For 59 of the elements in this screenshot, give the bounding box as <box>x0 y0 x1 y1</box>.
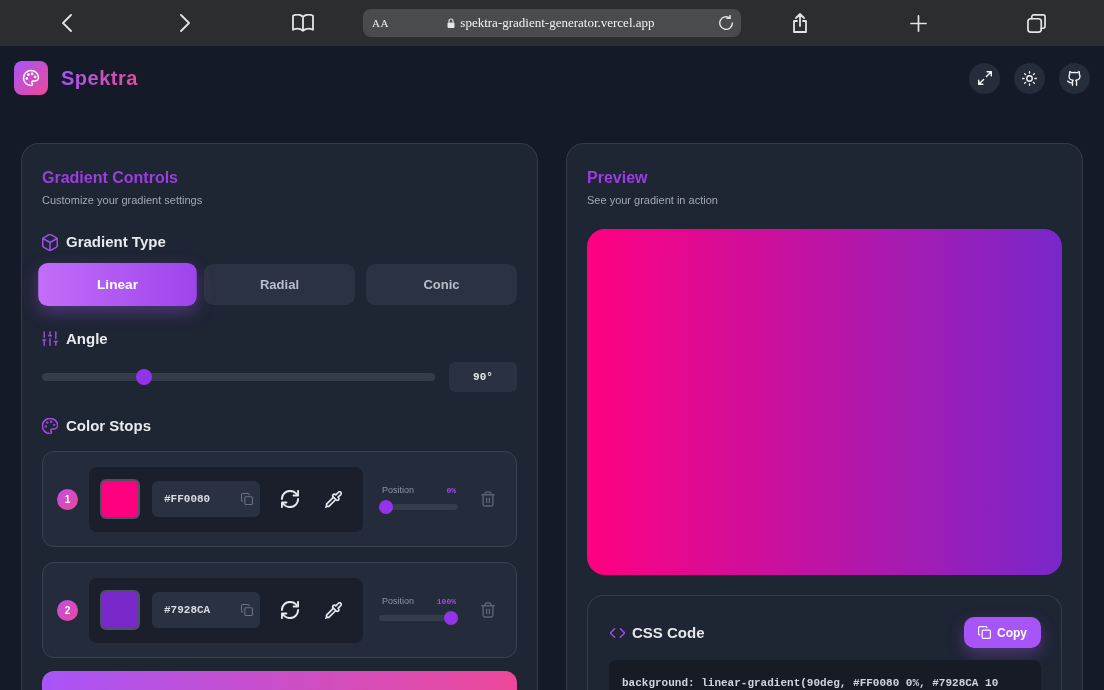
copy-button[interactable]: Copy <box>964 617 1041 648</box>
slider-thumb[interactable] <box>136 369 153 385</box>
card-title: Preview <box>587 168 649 188</box>
section-label: Color Stops <box>66 416 151 436</box>
back-icon[interactable] <box>62 14 72 32</box>
position-value: 100% <box>436 596 456 606</box>
cube-icon <box>42 233 58 251</box>
copy-icon <box>978 626 991 639</box>
copy-icon[interactable] <box>241 493 253 505</box>
section-label: Gradient Type <box>66 232 166 252</box>
position-label: Position <box>382 595 415 606</box>
color-swatch[interactable] <box>100 479 140 519</box>
refresh-icon[interactable] <box>281 490 299 508</box>
position-slider[interactable] <box>379 499 458 514</box>
stop-number: 2 <box>57 599 78 621</box>
forward-icon[interactable] <box>180 14 190 32</box>
position-slider[interactable] <box>379 610 458 625</box>
address-bar[interactable]: AA spektra-gradient-generator.vercel.app <box>363 9 741 37</box>
code-icon <box>610 627 625 638</box>
book-icon[interactable] <box>292 14 314 32</box>
sun-icon <box>1022 70 1037 86</box>
eyedropper-icon[interactable] <box>325 601 342 619</box>
copy-icon[interactable] <box>241 604 253 616</box>
code-title: CSS Code <box>632 624 705 641</box>
refresh-icon[interactable] <box>281 601 299 619</box>
github-button[interactable] <box>1059 62 1090 94</box>
slider-thumb[interactable] <box>444 610 458 625</box>
palette-logo-icon[interactable] <box>14 61 48 95</box>
reload-icon[interactable] <box>719 15 734 31</box>
text-size-button[interactable]: AA <box>372 17 389 29</box>
gradient-type-tab[interactable]: Radial <box>204 264 355 305</box>
section-label: Angle <box>66 329 108 349</box>
gradient-type-tab[interactable]: Linear <box>38 263 197 306</box>
slider-thumb[interactable] <box>379 499 393 514</box>
sliders-icon <box>42 331 58 347</box>
plus-icon[interactable] <box>909 14 927 32</box>
card-subtitle: See your gradient in action <box>587 193 719 207</box>
stop-number: 1 <box>57 488 78 510</box>
fullscreen-button[interactable] <box>969 62 1000 94</box>
lock-icon <box>447 17 456 29</box>
card-subtitle: Customize your gradient settings <box>42 193 204 207</box>
gradient-type-tab[interactable]: Conic <box>366 264 517 305</box>
hex-field[interactable]: #7928CA <box>152 592 260 628</box>
eyedropper-icon[interactable] <box>325 490 342 508</box>
tabs-icon[interactable] <box>1026 13 1046 33</box>
theme-button[interactable] <box>1014 62 1045 94</box>
palette-icon <box>42 418 58 434</box>
expand-icon <box>977 71 992 85</box>
card-title: Gradient Controls <box>42 168 179 188</box>
position-value: 0% <box>446 485 456 495</box>
github-icon <box>1067 70 1082 86</box>
angle-slider[interactable] <box>42 369 435 385</box>
color-swatch[interactable] <box>100 590 140 630</box>
share-icon[interactable] <box>793 13 807 33</box>
url-text: spektra-gradient-generator.vercel.app <box>460 15 655 31</box>
angle-input[interactable]: 90° <box>449 362 517 392</box>
css-code-text: background: linear-gradient(90deg, #FF0080 0%, #7928CA 10 <box>622 677 999 689</box>
hex-field[interactable]: #FF0080 <box>152 481 260 517</box>
position-label: Position <box>382 484 415 495</box>
